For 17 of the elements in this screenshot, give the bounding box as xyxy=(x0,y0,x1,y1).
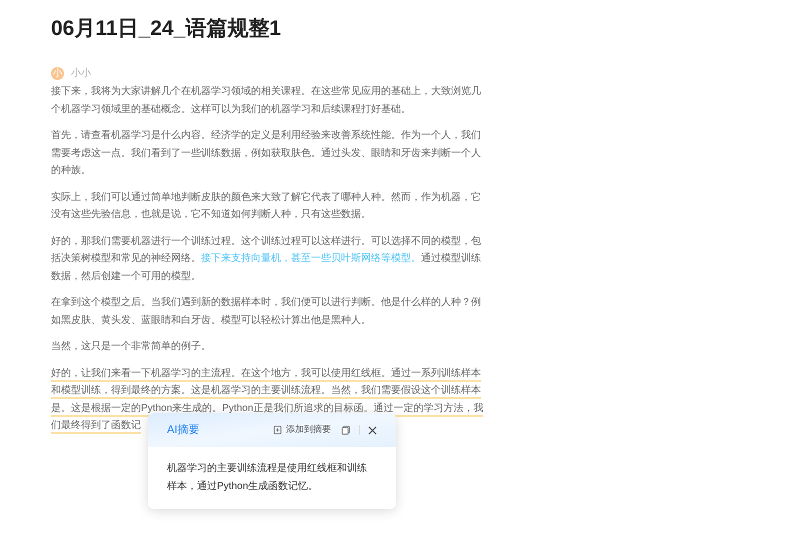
paragraph-text: 们最终得到了函数记 xyxy=(51,419,141,433)
paragraph: 在拿到这个模型之后。当我们遇到新的数据样本时，我们便可以进行判断。他是什么样的人种？例如黑皮肤、黄头发、蓝眼睛和白牙齿。模型可以轻松计算出他是黑种人。 xyxy=(51,296,482,328)
paragraph-text: 好的，让我们来看一下机器学习的主流程。在这个地方，我可以使用红线框。通过一系列训练样本和模型训练，得到最终的方案。这是机器学习的主要训练流程。当然，我们需要假设这个训练样本是。这是根据一定的Python来生成的。Python正是我们所追求的目标函。通过一定的学习方法，我 xyxy=(51,366,484,416)
paragraph: 好的，那我们需要机器进行一个训练过程。这个训练过程可以这样进行。可以选择不同的模型，包括决策树模型和常见的神经网络。接下来支持向量机，甚至一些贝叶斯网络等模型。通过模型训练数据，然后创建一个可用的模型。 xyxy=(51,234,482,284)
popup-title: AI摘要 xyxy=(167,422,200,438)
author-name: 小小 xyxy=(71,66,91,81)
summary-text: 机器学习的主要训练流程是使用红线框和训练样本，通过Python生成函数记忆。 xyxy=(166,462,368,494)
note-add-icon xyxy=(273,425,283,435)
paragraph: 实际上，我们可以通过简单地判断皮肤的颜色来大致了解它代表了哪种人种。然而，作为机器，它没有这些先验信息，也就是说，它不知道如何判断人种，只有这些数据。 xyxy=(51,190,482,222)
paragraph: 当然，这只是一个非常简单的例子。 xyxy=(51,340,212,354)
copy-icon[interactable] xyxy=(341,425,351,435)
document-title: 06月11日_24_语篇规整1 xyxy=(51,16,282,42)
avatar: 小 xyxy=(51,67,64,80)
close-icon[interactable] xyxy=(368,426,377,434)
paragraph: 首先，请查看机器学习是什么内容。经济学的定义是利用经验来改善系统性能。作为一个人，我们需要考虑这一点。我们看到了一些训练数据，例如获取肤色。通过头发、眼睛和牙齿来判断一个人的种族。 xyxy=(51,128,482,178)
paragraph: 接下来，我将为大家讲解几个在机器学习领域的相关课程。在这些常见应用的基础上，大致浏览几个机器学习领域里的基础概念。这样可以为我们的机器学习和后续课程打好基础。 xyxy=(51,84,482,116)
add-to-summary-button[interactable]: 添加到摘要 xyxy=(273,423,331,437)
